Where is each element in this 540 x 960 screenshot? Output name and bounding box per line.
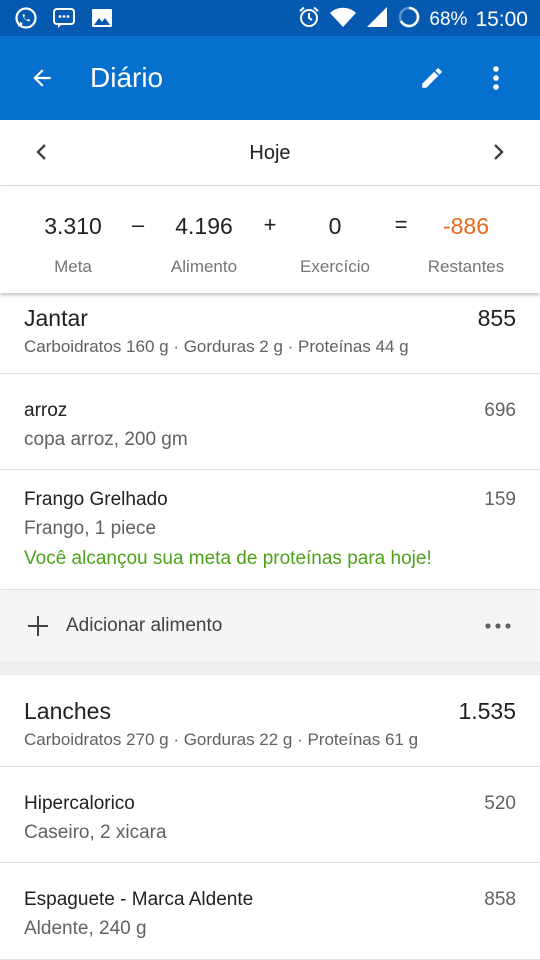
- equals-operator: =: [394, 212, 408, 237]
- date-label: Hoje: [249, 142, 291, 164]
- food-description: copa arroz, 200 gm: [24, 429, 188, 450]
- next-day-button[interactable]: [478, 134, 518, 174]
- battery-icon: [397, 5, 421, 34]
- meal-options-button[interactable]: [480, 610, 516, 642]
- app-bar: Diário: [0, 36, 540, 120]
- back-button[interactable]: [22, 60, 62, 100]
- food-entry[interactable]: Espaguete - Marca Aldente 858 Aldente, 2…: [0, 864, 540, 960]
- minus-operator: –: [131, 212, 145, 237]
- remaining-label: Restantes: [427, 257, 505, 276]
- goal-value: 3.310: [44, 213, 102, 239]
- edit-pencil-icon: [419, 65, 445, 96]
- food-description: Caseiro, 2 xicara: [24, 822, 167, 843]
- meal-macros: Carboidratos 160 g · Gorduras 2 g · Prot…: [24, 337, 409, 356]
- signal-icon: [365, 5, 389, 34]
- exercise-label: Exercício: [300, 257, 370, 276]
- goal-label: Meta: [54, 257, 92, 276]
- more-horiz-icon: [484, 617, 512, 635]
- food-name: Espaguete - Marca Aldente: [24, 889, 254, 910]
- food-name: Hipercalorico: [24, 793, 135, 814]
- section-divider: [0, 661, 540, 675]
- page-title: Diário: [90, 62, 164, 93]
- food-label: Alimento: [170, 257, 238, 276]
- add-food-label[interactable]: Adicionar alimento: [66, 615, 222, 637]
- add-food-row: Adicionar alimento: [0, 589, 540, 661]
- protein-goal-note: Você alcançou sua meta de proteínas para…: [24, 548, 432, 569]
- chevron-right-icon: [488, 142, 508, 167]
- plus-icon: [26, 616, 50, 642]
- meal-header-lanches[interactable]: Lanches 1.535 Carboidratos 270 g · Gordu…: [0, 675, 540, 767]
- whatsapp-icon: [14, 6, 38, 35]
- food-name: arroz: [24, 400, 68, 421]
- overflow-menu-button[interactable]: [476, 60, 516, 100]
- remaining-value: -886: [442, 213, 490, 239]
- meal-name: Jantar: [24, 305, 88, 331]
- food-entry[interactable]: arroz 696 copa arroz, 200 gm: [0, 375, 540, 470]
- edit-button[interactable]: [412, 60, 452, 100]
- exercise-value: 0: [328, 213, 342, 239]
- food-calories: 520: [484, 793, 516, 814]
- food-name: Frango Grelhado: [24, 489, 168, 510]
- food-calories: 159: [484, 489, 516, 510]
- alarm-icon: [297, 5, 321, 34]
- meal-name: Lanches: [24, 698, 111, 724]
- wifi-icon: [329, 5, 357, 34]
- meal-macros: Carboidratos 270 g · Gorduras 22 g · Pro…: [24, 730, 419, 749]
- battery-percent: 68%: [429, 8, 468, 30]
- food-description: Frango, 1 piece: [24, 518, 157, 539]
- calorie-summary: 3.310 Meta – 4.196 Alimento + 0 Exercíci…: [0, 187, 540, 293]
- clock: 15:00: [475, 7, 528, 31]
- food-entry[interactable]: Frango Grelhado 159 Frango, 1 piece Você…: [0, 471, 540, 589]
- meal-header-jantar[interactable]: Jantar 855 Carboidratos 160 g · Gorduras…: [0, 293, 540, 374]
- message-icon: [52, 6, 76, 35]
- food-entry[interactable]: Hipercalorico 520 Caseiro, 2 xicara: [0, 768, 540, 863]
- image-icon: [90, 6, 114, 35]
- food-value: 4.196: [175, 213, 233, 239]
- plus-operator: +: [263, 212, 277, 237]
- back-arrow-icon: [29, 65, 55, 96]
- food-description: Aldente, 240 g: [24, 918, 147, 939]
- food-calories: 858: [484, 889, 516, 910]
- more-vert-icon: [492, 65, 500, 96]
- add-food-button[interactable]: [26, 614, 52, 640]
- meal-calories: 1.535: [458, 698, 516, 724]
- meal-calories: 855: [477, 305, 516, 331]
- food-calories: 696: [484, 400, 516, 421]
- date-navigator: Hoje: [0, 120, 540, 186]
- status-bar: 68% 15:00: [0, 0, 540, 36]
